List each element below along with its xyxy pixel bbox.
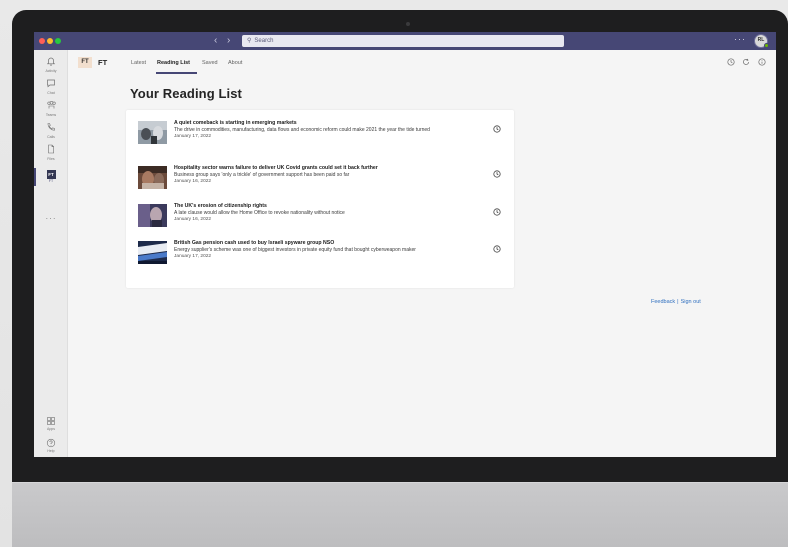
search-input[interactable]: ⚲ Search bbox=[242, 35, 564, 47]
rail-item-label: Apps bbox=[47, 427, 55, 431]
info-icon[interactable] bbox=[758, 58, 766, 68]
chat-icon bbox=[34, 78, 68, 91]
file-icon bbox=[34, 144, 68, 157]
title-bar: ‹ › ⚲ Search ··· RL bbox=[34, 32, 776, 50]
active-tab-indicator bbox=[156, 72, 197, 74]
article-title[interactable]: A quiet comeback is starting in emerging… bbox=[174, 120, 490, 127]
monitor-chin bbox=[12, 482, 788, 547]
feedback-link[interactable]: Feedback bbox=[651, 299, 675, 305]
minimize-window-button[interactable] bbox=[47, 38, 53, 44]
rail-item-label: Calls bbox=[47, 135, 55, 139]
rail-item-chat[interactable]: Chat bbox=[34, 78, 68, 96]
article-date: January 16, 2022 bbox=[174, 178, 212, 184]
teams-icon bbox=[34, 100, 68, 113]
reading-list-card: A quiet comeback is starting in emerging… bbox=[126, 110, 514, 288]
read-later-clock-icon[interactable] bbox=[493, 240, 501, 253]
webcam bbox=[406, 22, 410, 26]
more-options-icon[interactable]: ··· bbox=[734, 34, 746, 44]
article-thumbnail bbox=[138, 241, 167, 264]
article-thumbnail bbox=[138, 121, 167, 144]
app-rail: Activity Chat Teams Calls Files FT FT ··… bbox=[34, 50, 68, 457]
rail-item-label: Activity bbox=[45, 69, 57, 73]
article-thumbnail bbox=[138, 204, 167, 227]
article-date: January 17, 2022 bbox=[174, 133, 212, 139]
read-later-clock-icon[interactable] bbox=[493, 203, 501, 216]
page-title: Your Reading List bbox=[130, 86, 242, 101]
ft-logo: FT bbox=[78, 57, 92, 68]
article-title[interactable]: Hospitality sector warns failure to deli… bbox=[174, 165, 490, 172]
help-icon bbox=[34, 438, 68, 449]
article-title[interactable]: British Gas pension cash used to buy Isr… bbox=[174, 240, 490, 247]
apps-icon bbox=[34, 416, 68, 427]
footer-separator: | bbox=[677, 299, 679, 305]
sign-out-link[interactable]: Sign out bbox=[681, 299, 701, 305]
rail-item-calls[interactable]: Calls bbox=[34, 122, 68, 140]
rail-item-label: Teams bbox=[45, 113, 57, 117]
phone-icon bbox=[34, 122, 68, 135]
rail-item-apps[interactable]: Apps bbox=[34, 416, 68, 432]
rail-item-activity[interactable]: Activity bbox=[34, 56, 68, 74]
search-icon: ⚲ bbox=[247, 38, 252, 44]
rail-item-label: Help bbox=[47, 449, 55, 453]
article-date: January 16, 2022 bbox=[174, 216, 212, 222]
footer-links: Feedback | Sign out bbox=[651, 299, 701, 306]
read-later-clock-icon[interactable] bbox=[493, 165, 501, 178]
app-header: FT FT Latest Reading List Saved About bbox=[68, 50, 776, 74]
forward-arrow-icon[interactable]: › bbox=[227, 35, 230, 47]
more-apps-icon[interactable]: ··· bbox=[34, 214, 68, 223]
rail-item-label: FT bbox=[48, 179, 54, 183]
refresh-icon[interactable] bbox=[742, 58, 750, 68]
ft-app-icon: FT bbox=[46, 170, 56, 179]
read-later-clock-icon[interactable] bbox=[493, 120, 501, 133]
back-arrow-icon[interactable]: ‹ bbox=[214, 35, 217, 47]
rail-item-label: Files bbox=[47, 157, 55, 161]
rail-item-ft[interactable]: FT FT bbox=[34, 168, 68, 184]
rail-item-help[interactable]: Help bbox=[34, 438, 68, 454]
maximize-window-button[interactable] bbox=[55, 38, 61, 44]
rail-item-label: Chat bbox=[47, 91, 55, 95]
article-thumbnail bbox=[138, 166, 167, 189]
search-placeholder: Search bbox=[254, 38, 274, 44]
bell-icon bbox=[34, 56, 68, 69]
app-name: FT bbox=[98, 58, 108, 67]
rail-item-teams[interactable]: Teams bbox=[34, 100, 68, 118]
tab-saved[interactable]: Saved bbox=[202, 59, 218, 67]
tab-latest[interactable]: Latest bbox=[131, 59, 146, 67]
website-icon[interactable] bbox=[727, 58, 735, 68]
article-title[interactable]: The UK's erosion of citizenship rights bbox=[174, 203, 490, 210]
teams-window: ‹ › ⚲Search ··· RL Activity Chat Teams bbox=[34, 32, 776, 457]
tab-reading-list[interactable]: Reading List bbox=[157, 59, 190, 67]
close-window-button[interactable] bbox=[39, 38, 45, 44]
article-date: January 17, 2022 bbox=[174, 253, 212, 259]
presence-status-badge bbox=[764, 43, 769, 48]
tab-about[interactable]: About bbox=[228, 59, 242, 67]
rail-item-files[interactable]: Files bbox=[34, 144, 68, 162]
